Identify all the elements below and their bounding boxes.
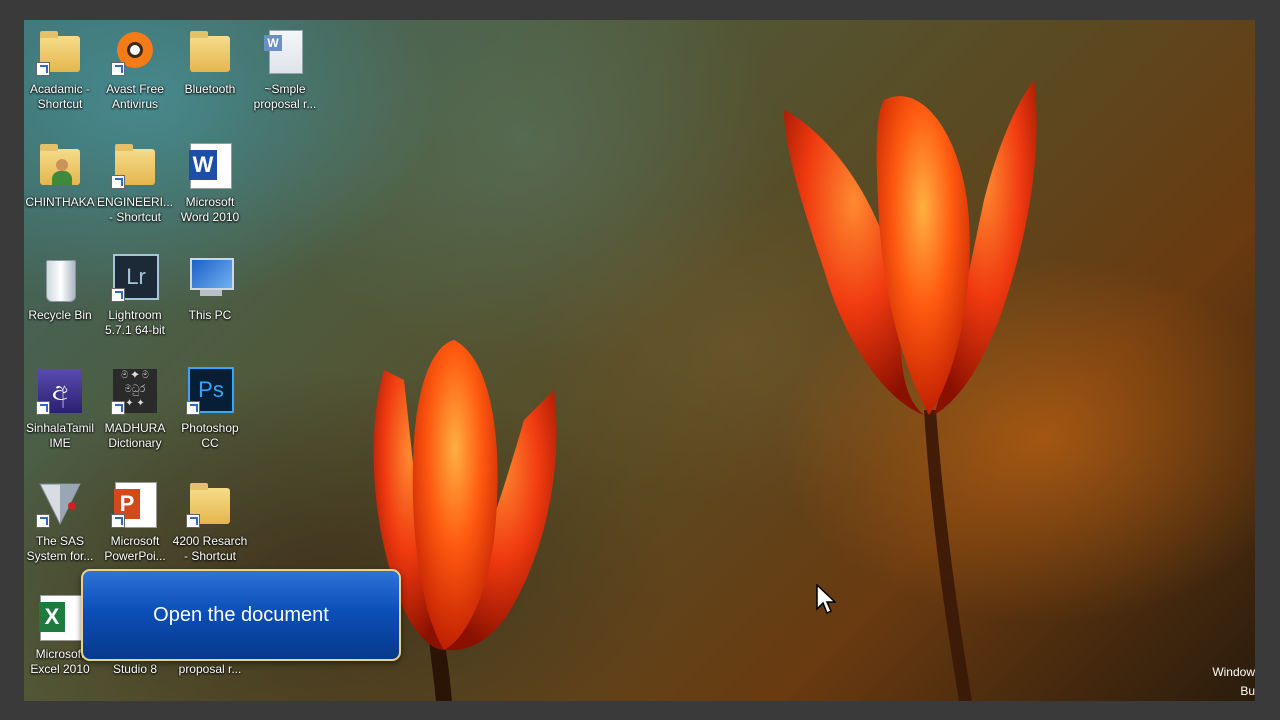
- icon-label: The SAS System for...: [26, 534, 94, 563]
- desktop-icon-engineering-shortcut[interactable]: ENGINEERI... - Shortcut: [96, 141, 174, 225]
- shortcut-arrow-icon: [186, 401, 200, 415]
- desktop-icon-sinhalatamil-ime[interactable]: අ SinhalaTamil IME: [24, 367, 99, 451]
- word-document-icon: W: [264, 30, 303, 74]
- folder-icon: [190, 31, 230, 72]
- shortcut-arrow-icon: [111, 62, 125, 76]
- instruction-callout-text: Open the document: [153, 603, 329, 626]
- desktop-icon-acadamic-shortcut[interactable]: Acadamic - Shortcut: [24, 28, 99, 112]
- computer-icon: [190, 258, 234, 290]
- recycle-bin-icon: [46, 260, 76, 302]
- desktop-icon-photoshop[interactable]: Ps Photoshop CC: [171, 367, 249, 451]
- icon-label: Microsoft PowerPoi...: [104, 534, 166, 563]
- mouse-pointer-icon: [816, 584, 836, 615]
- desktop-icon-chinthaka[interactable]: CHINTHAKA: [24, 141, 99, 210]
- desktop-icon-this-pc[interactable]: This PC: [171, 254, 249, 323]
- shortcut-arrow-icon: [111, 288, 125, 302]
- word-icon: W: [189, 143, 232, 189]
- shortcut-arrow-icon: [186, 514, 200, 528]
- shortcut-arrow-icon: [36, 401, 50, 415]
- activation-watermark-line1: Window: [1212, 665, 1255, 679]
- icon-label: Microsoft Word 2010: [180, 195, 240, 224]
- icon-label: 4200 Resarch - Shortcut: [172, 534, 248, 563]
- desktop-icon-bluetooth[interactable]: Bluetooth: [171, 28, 249, 97]
- desktop-icon-avast[interactable]: Avast Free Antivirus: [96, 28, 174, 112]
- activation-watermark-line2: Bu: [1240, 684, 1255, 698]
- desktop-icon-madhura-dictionary[interactable]: ම ✦ ම මධුර ✦ ✦ MADHURA Dictionary: [96, 367, 174, 451]
- icon-label: Acadamic - Shortcut: [29, 82, 91, 111]
- icon-label: SinhalaTamil IME: [25, 421, 95, 450]
- shortcut-arrow-icon: [111, 514, 125, 528]
- icon-label: This PC: [188, 308, 232, 322]
- icon-label: Photoshop CC: [181, 421, 239, 450]
- icon-label: Studio 8: [112, 662, 158, 676]
- desktop-icon-4200-resarch-shortcut[interactable]: 4200 Resarch - Shortcut: [171, 480, 249, 564]
- icon-label: ENGINEERI... - Shortcut: [96, 195, 173, 224]
- shortcut-arrow-icon: [111, 401, 125, 415]
- icon-label: CHINTHAKA: [25, 195, 95, 209]
- desktop-icon-powerpoint[interactable]: P Microsoft PowerPoi...: [96, 480, 174, 564]
- icon-label: proposal r...: [178, 662, 242, 676]
- desktop-icon-word-2010[interactable]: W Microsoft Word 2010: [171, 141, 249, 225]
- icon-label: MADHURA Dictionary: [104, 421, 166, 450]
- icon-label: Bluetooth: [184, 82, 236, 96]
- desktop-icon-sas-system[interactable]: The SAS System for...: [24, 480, 99, 564]
- shortcut-arrow-icon: [36, 514, 50, 528]
- desktop-icon-smple-proposal[interactable]: W ~Smple proposal r...: [246, 28, 324, 112]
- user-figure-icon: [56, 159, 68, 171]
- desktop[interactable]: Acadamic - Shortcut CHINTHAKA Recycle Bi…: [24, 20, 1255, 701]
- icon-label: Lightroom 5.7.1 64-bit: [104, 308, 166, 337]
- desktop-icon-recycle-bin[interactable]: Recycle Bin: [24, 254, 99, 323]
- icon-label: Avast Free Antivirus: [106, 82, 164, 111]
- excel-icon: X: [39, 595, 82, 641]
- shortcut-arrow-icon: [111, 175, 125, 189]
- icon-label: ~Smple proposal r...: [253, 82, 317, 111]
- icon-label: Recycle Bin: [28, 308, 92, 322]
- shortcut-arrow-icon: [36, 62, 50, 76]
- desktop-icon-lightroom[interactable]: Lr Lightroom 5.7.1 64-bit: [96, 254, 174, 338]
- instruction-callout: Open the document: [81, 569, 401, 661]
